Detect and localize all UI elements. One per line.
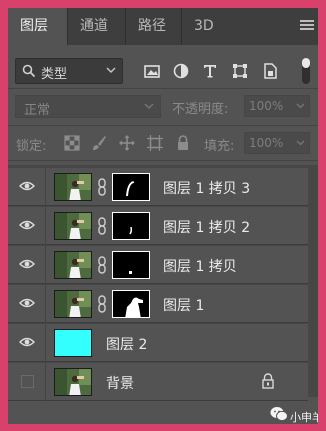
chevron-down-icon — [296, 103, 305, 109]
filter-kind-select[interactable]: 类型 — [15, 58, 123, 84]
layer-mask-thumbnail — [112, 251, 150, 279]
layer-name: 图层 1 拷贝 2 — [163, 220, 251, 236]
chevron-down-icon — [106, 67, 116, 73]
layer-row[interactable]: 图层 1 拷贝 3 — [8, 168, 308, 206]
opacity-value: 100% — [249, 99, 284, 113]
visibility-off-box — [21, 375, 34, 388]
layer-name: 图层 1 — [163, 298, 205, 314]
visibility-toggle[interactable] — [8, 363, 46, 401]
watermark-text: 小申羊 — [290, 411, 318, 424]
filter-kind-label: 类型 — [41, 67, 68, 82]
visibility-toggle[interactable] — [8, 285, 46, 323]
eye-icon — [19, 298, 35, 308]
layer-row[interactable]: 图层 2 — [8, 324, 308, 362]
visibility-toggle[interactable] — [8, 207, 46, 245]
scrollbar[interactable] — [308, 165, 318, 397]
layer-name: 图层 2 — [106, 337, 148, 353]
lock-transparent-pixels-icon[interactable] — [63, 134, 81, 152]
layer-thumbnail — [54, 290, 92, 318]
watermark: 小申羊 — [270, 406, 318, 424]
smart-object-filter-icon[interactable] — [260, 61, 280, 81]
wechat-icon — [270, 407, 288, 422]
eye-icon — [19, 220, 35, 230]
fill-field[interactable]: 100% — [244, 132, 310, 154]
layer-name: 背景 — [106, 376, 134, 392]
link-icon[interactable] — [96, 295, 108, 313]
blend-mode-label: 正常 — [24, 103, 51, 118]
lock-artboard-icon[interactable] — [146, 134, 164, 152]
blend-mode-select[interactable]: 正常 — [15, 95, 161, 118]
divider — [8, 125, 318, 126]
eye-icon — [19, 259, 35, 269]
chevron-down-icon — [296, 140, 305, 146]
tab-3d[interactable]: 3D — [182, 8, 226, 45]
tab-layers[interactable]: 图层 — [8, 8, 68, 45]
layer-thumbnail — [54, 368, 92, 396]
layer-row[interactable]: 图层 1 拷贝 — [8, 246, 308, 284]
type-filter-icon[interactable] — [200, 61, 220, 81]
opacity-field[interactable]: 100% — [244, 95, 310, 117]
eye-icon — [19, 337, 35, 347]
tab-channels[interactable]: 通道 — [68, 8, 126, 45]
link-icon[interactable] — [96, 217, 108, 235]
layer-mask-thumbnail — [112, 290, 150, 318]
chevron-down-icon — [144, 103, 154, 109]
search-icon — [22, 64, 36, 78]
layer-mask-thumbnail — [112, 173, 150, 201]
visibility-toggle[interactable] — [8, 324, 46, 362]
layers-list: 图层 1 拷贝 3 图层 1 拷贝 2 图层 1 拷贝 图层 1 图层 2 背景 — [8, 165, 318, 401]
layer-thumbnail — [54, 173, 92, 201]
fill-value: 100% — [249, 136, 284, 150]
opacity-label: 不透明度: — [172, 102, 229, 117]
filter-toggle-switch[interactable] — [302, 58, 310, 84]
divider — [8, 88, 318, 89]
layer-row[interactable]: 图层 1 拷贝 2 — [8, 207, 308, 245]
lock-icon[interactable] — [261, 373, 275, 389]
layers-panel: 图层 通道 路径 3D 类型 正常 不透明度: 100% 锁定: 填充: 100… — [8, 8, 318, 424]
link-icon[interactable] — [96, 178, 108, 196]
layer-thumbnail — [54, 212, 92, 240]
tab-paths[interactable]: 路径 — [126, 8, 182, 45]
lock-label: 锁定: — [16, 139, 47, 154]
layer-name: 图层 1 拷贝 3 — [163, 181, 251, 197]
lock-image-pixels-icon[interactable] — [90, 134, 108, 152]
layer-name: 图层 1 拷贝 — [163, 259, 237, 275]
shape-filter-icon[interactable] — [230, 61, 250, 81]
image-filter-icon[interactable] — [142, 61, 162, 81]
adjustment-filter-icon[interactable] — [171, 61, 191, 81]
fill-label: 填充: — [204, 139, 235, 154]
lock-all-icon[interactable] — [174, 134, 192, 152]
link-icon[interactable] — [96, 256, 108, 274]
lock-position-icon[interactable] — [118, 134, 136, 152]
visibility-toggle[interactable] — [8, 246, 46, 284]
layer-row[interactable]: 图层 1 — [8, 285, 308, 323]
eye-icon — [19, 181, 35, 191]
panel-tab-bar: 图层 通道 路径 3D — [8, 8, 318, 45]
layer-mask-thumbnail — [112, 212, 150, 240]
layer-row[interactable]: 背景 — [8, 363, 308, 401]
layer-thumbnail — [54, 329, 92, 357]
visibility-toggle[interactable] — [8, 168, 46, 206]
panel-menu-icon[interactable] — [300, 20, 314, 32]
layer-thumbnail — [54, 251, 92, 279]
divider — [8, 160, 318, 161]
